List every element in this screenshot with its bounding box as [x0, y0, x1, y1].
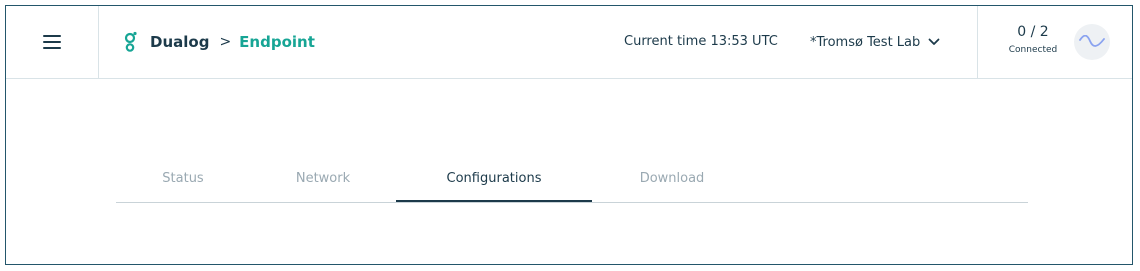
tab-bar: Status Network Configurations Download	[116, 156, 1028, 203]
tab-network[interactable]: Network	[250, 156, 396, 201]
tab-label: Download	[639, 171, 705, 186]
chevron-down-icon	[928, 38, 940, 45]
breadcrumb-current: Endpoint	[239, 33, 315, 51]
site-selector-label: *Tromsø Test Lab	[810, 34, 921, 50]
breadcrumb: Dualog > Endpoint	[124, 28, 315, 56]
menu-button[interactable]	[6, 6, 99, 78]
tab-label: Network	[295, 171, 351, 186]
tab-label: Configurations	[446, 170, 542, 186]
connection-count: 0 / 2	[1017, 24, 1049, 40]
tab-download[interactable]: Download	[592, 156, 752, 201]
menu-icon	[43, 35, 61, 49]
breadcrumb-separator: >	[219, 34, 232, 50]
tab-status[interactable]: Status	[116, 156, 250, 201]
connection-label: Connected	[1008, 45, 1058, 55]
dualog-logo-icon	[124, 31, 137, 52]
current-time: Current time 13:53 UTC	[624, 34, 778, 49]
top-bar: Dualog > Endpoint Current time 13:53 UTC…	[6, 6, 1132, 79]
site-selector[interactable]: *Tromsø Test Lab	[810, 28, 940, 56]
app-frame: Dualog > Endpoint Current time 13:53 UTC…	[5, 5, 1133, 265]
tab-label: Status	[162, 171, 204, 186]
brand-name[interactable]: Dualog	[150, 33, 209, 51]
connection-avatar[interactable]	[1074, 24, 1110, 60]
connection-status: 0 / 2 Connected	[977, 6, 1132, 78]
tab-configurations[interactable]: Configurations	[396, 156, 592, 202]
wave-icon	[1079, 35, 1105, 47]
